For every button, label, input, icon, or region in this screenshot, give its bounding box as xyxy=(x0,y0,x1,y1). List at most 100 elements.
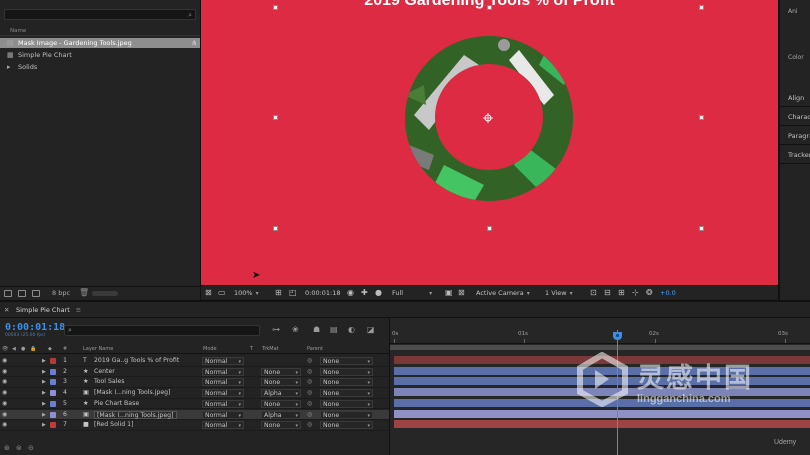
anchor-point-icon[interactable] xyxy=(483,113,493,123)
pick-whip-icon[interactable]: ◎ xyxy=(307,356,312,367)
timeline-icon[interactable]: ⊞ xyxy=(618,288,625,298)
layer-row[interactable]: ◉ ▶ 4 ▣ [Mask I...ning Tools.jpeg] Normal ▾ Alp… xyxy=(0,388,389,399)
blend-mode-dropdown[interactable]: Normal ▾ xyxy=(202,378,244,387)
eye-icon[interactable]: ◉ xyxy=(2,367,7,378)
always-preview-icon[interactable]: ⊠ xyxy=(205,288,212,298)
project-item-simple-pie-chart[interactable]: ▦ Simple Pie Chart xyxy=(0,50,200,60)
twirl-arrow-icon[interactable]: ▶ xyxy=(42,399,46,410)
panel-paragraph[interactable]: Paragraph xyxy=(780,127,810,145)
visibility-header-icon[interactable]: 👁 xyxy=(2,346,8,352)
transform-handle[interactable] xyxy=(273,115,278,120)
trash-icon[interactable]: 🗑 xyxy=(79,288,89,297)
blend-mode-dropdown[interactable]: Normal ▾ xyxy=(202,410,244,419)
label-color-swatch[interactable] xyxy=(50,368,56,375)
close-icon[interactable]: ✕ xyxy=(4,305,9,316)
twirl-arrow-icon[interactable]: ▶ xyxy=(42,388,46,399)
layer-name[interactable]: Pie Chart Base xyxy=(94,399,139,410)
layer-row[interactable]: ◉ ▶ 3 ★ Tool Sales Normal ▾ None ▾ ◎ None ▾ xyxy=(0,377,389,388)
parent-dropdown[interactable]: None ▾ xyxy=(320,399,373,408)
panel-character[interactable]: Character xyxy=(780,108,810,126)
thumbnail-size-slider[interactable] xyxy=(92,291,118,296)
layer-name[interactable]: [Red Solid 1] xyxy=(94,420,134,431)
panel-menu-icon[interactable]: ≡ xyxy=(76,306,81,314)
in-out-icon[interactable]: ⊝ xyxy=(28,444,34,452)
blend-mode-dropdown[interactable]: Normal ▾ xyxy=(202,357,244,365)
grid-guides-icon[interactable]: ⊞ xyxy=(275,288,282,298)
pick-whip-icon[interactable]: ◎ xyxy=(307,388,312,399)
toggle-pixel-aspect-icon[interactable]: ⊡ xyxy=(590,288,597,298)
track-matte-dropdown[interactable]: None ▾ xyxy=(261,399,301,408)
blend-mode-dropdown[interactable]: Normal ▾ xyxy=(202,389,244,398)
twirl-arrow-icon[interactable]: ▶ xyxy=(42,410,46,421)
reset-exposure-icon[interactable]: ❂ xyxy=(646,288,653,298)
layer-name[interactable]: [Mask I...ning Tools.jpeg] xyxy=(94,410,177,419)
label-color-swatch[interactable] xyxy=(50,390,56,397)
solo-header-icon[interactable]: ● xyxy=(21,346,25,352)
label-header-icon[interactable]: ◆ xyxy=(48,346,52,352)
eye-icon[interactable]: ◉ xyxy=(2,356,7,367)
trkmat-header[interactable]: TrkMat xyxy=(262,346,279,352)
shy-layers-icon[interactable]: ☗ xyxy=(313,325,320,334)
layer-row[interactable]: ◉ ▶ 5 ★ Pie Chart Base Normal ▾ None ▾ ◎ None ▾ xyxy=(0,399,389,410)
eye-icon[interactable]: ◉ xyxy=(2,388,7,399)
interpret-footage-icon[interactable] xyxy=(4,290,12,297)
layer-name[interactable]: Tool Sales xyxy=(94,377,124,388)
layer-row[interactable]: ◉ ▶ 6 ▣ [Mask I...ning Tools.jpeg] Normal ▾ Alp… xyxy=(0,409,389,421)
snapshot-camera-icon[interactable]: ◉ xyxy=(347,288,354,298)
parent-dropdown[interactable]: None ▾ xyxy=(320,367,373,376)
t-header[interactable]: T xyxy=(250,346,253,352)
pick-whip-icon[interactable]: ◎ xyxy=(307,377,312,388)
parent-dropdown[interactable]: None ▾ xyxy=(320,378,373,387)
project-item-solids[interactable]: ▸ Solids xyxy=(0,62,200,72)
pick-whip-icon[interactable]: ◎ xyxy=(307,410,312,421)
transform-handle[interactable] xyxy=(699,115,704,120)
eye-icon[interactable]: ◉ xyxy=(2,399,7,410)
project-search-input[interactable]: ⌕ xyxy=(4,9,196,20)
eye-icon[interactable]: ◉ xyxy=(2,377,7,388)
monitor-icon[interactable]: ▭ xyxy=(218,288,226,298)
draft-3d-icon[interactable]: ❀ xyxy=(292,325,299,334)
transform-handle[interactable] xyxy=(273,5,278,10)
project-column-name[interactable]: Name xyxy=(0,27,200,36)
transparency-grid-icon[interactable]: ⊠ xyxy=(458,288,465,298)
parent-dropdown[interactable]: None ▾ xyxy=(320,357,373,365)
label-color-swatch[interactable] xyxy=(50,400,56,407)
layer-row[interactable]: ◉ ▶ 2 ★ Center Normal ▾ None ▾ ◎ None ▾ xyxy=(0,367,389,378)
new-folder-icon[interactable] xyxy=(18,290,26,297)
layer-duration-bar[interactable] xyxy=(394,420,810,429)
parent-header[interactable]: Parent xyxy=(307,346,323,352)
bit-depth-button[interactable]: 8 bpc xyxy=(52,289,70,297)
eye-icon[interactable]: ◉ xyxy=(2,420,7,431)
layer-name-header[interactable]: Layer Name xyxy=(83,346,113,352)
blend-mode-dropdown[interactable]: Normal ▾ xyxy=(202,367,244,376)
project-item-mask-image[interactable]: ▤ Mask Image - Gardening Tools.jpeg ⋔ xyxy=(0,38,200,48)
layer-row[interactable]: ◉ ▶ 1 T 2019 Ga..g Tools % of Profit Normal ▾ ◎… xyxy=(0,356,389,367)
layer-name[interactable]: [Mask I...ning Tools.jpeg] xyxy=(94,388,171,399)
parent-dropdown[interactable]: None ▾ xyxy=(320,421,373,430)
region-of-interest-icon[interactable]: ▣ xyxy=(445,288,453,298)
layer-name[interactable]: Center xyxy=(94,367,115,378)
timeline-search-input[interactable]: ⌕ xyxy=(64,325,260,336)
transform-handle[interactable] xyxy=(699,226,704,231)
blend-mode-dropdown[interactable]: Normal ▾ xyxy=(202,421,244,430)
resolution-dropdown[interactable]: Full ▾ xyxy=(392,288,440,298)
track-matte-dropdown[interactable]: None ▾ xyxy=(261,378,301,387)
blend-mode-dropdown[interactable]: Normal ▾ xyxy=(202,399,244,408)
parent-dropdown[interactable]: None ▾ xyxy=(320,389,373,398)
layer-row[interactable]: ◉ ▶ 7 ■ [Red Solid 1] Normal ▾ None ▾ ◎ None ▾ xyxy=(0,420,389,431)
twirl-arrow-icon[interactable]: ▶ xyxy=(42,356,46,367)
transform-handle[interactable] xyxy=(487,226,492,231)
eye-icon[interactable]: ◉ xyxy=(2,410,7,421)
timeline-tab-simple-pie-chart[interactable]: ✕ Simple Pie Chart ≡ xyxy=(0,305,81,316)
pick-whip-icon[interactable]: ◎ xyxy=(307,367,312,378)
track-matte-dropdown[interactable]: Alpha ▾ xyxy=(261,389,301,398)
twirl-arrow-icon[interactable]: ▶ xyxy=(42,367,46,378)
frame-blending-icon[interactable]: ▤ xyxy=(330,325,338,334)
transform-handle[interactable] xyxy=(273,226,278,231)
layer-switches-icon[interactable]: ⊛ xyxy=(4,444,10,452)
label-color-swatch[interactable] xyxy=(50,379,56,386)
pick-whip-icon[interactable]: ◎ xyxy=(307,399,312,410)
fast-previews-icon[interactable]: ⊟ xyxy=(604,288,611,298)
camera-view-dropdown[interactable]: Active Camera ▾ xyxy=(476,288,538,298)
label-color-swatch[interactable] xyxy=(50,422,56,429)
